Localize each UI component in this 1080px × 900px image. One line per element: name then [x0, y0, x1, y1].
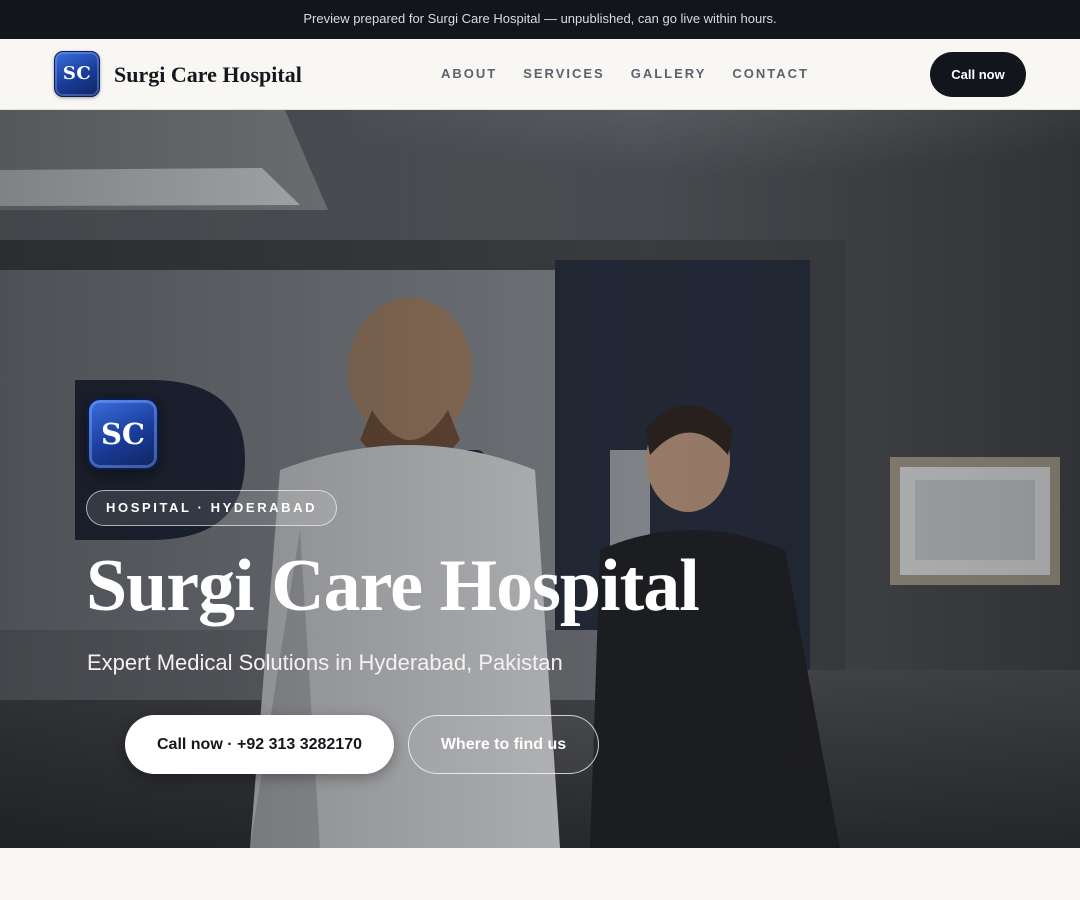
nav-item-services[interactable]: SERVICES: [523, 64, 605, 84]
header-call-button[interactable]: Call now: [930, 52, 1026, 97]
preview-banner-text: Preview prepared for Surgi Care Hospital…: [303, 11, 777, 26]
brand-logo[interactable]: SC: [54, 51, 100, 97]
nav-item-gallery[interactable]: GALLERY: [631, 64, 707, 84]
preview-banner: Preview prepared for Surgi Care Hospital…: [0, 0, 1080, 39]
hero-section: SC HOSPITAL · HYDERABAD Surgi Care Hospi…: [0, 110, 1080, 848]
brand-name[interactable]: Surgi Care Hospital: [114, 61, 302, 89]
main-nav: ABOUT SERVICES GALLERY CONTACT: [441, 64, 809, 84]
hero-subtitle: Expert Medical Solutions in Hyderabad, P…: [87, 650, 563, 675]
find-us-button[interactable]: Where to find us: [408, 715, 599, 774]
nav-item-contact[interactable]: CONTACT: [732, 64, 809, 84]
hero-logo: SC: [87, 398, 159, 470]
location-badge: HOSPITAL · HYDERABAD: [86, 490, 338, 526]
nav-item-about[interactable]: ABOUT: [441, 64, 497, 84]
hero-title: Surgi Care Hospital: [86, 545, 700, 627]
site-header: SC Surgi Care Hospital ABOUT SERVICES GA…: [0, 39, 1080, 110]
call-now-button[interactable]: Call now · +92 313 3282170: [125, 715, 394, 774]
